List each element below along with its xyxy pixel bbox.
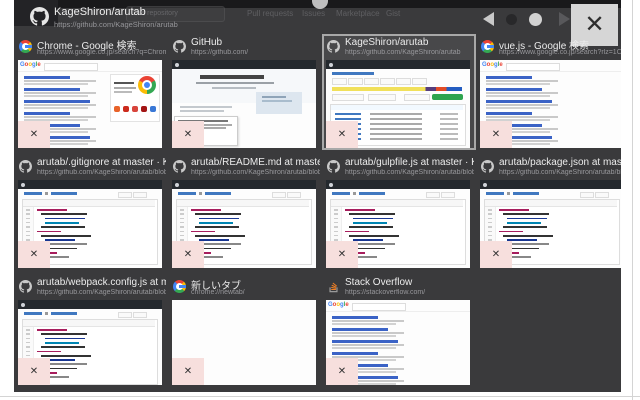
close-tab-button[interactable]: ✕	[172, 358, 204, 385]
github-favicon-icon	[173, 160, 186, 173]
tab-thumbnail[interactable]: ✕	[172, 180, 316, 268]
tab-url: https://github.com/KageShiron/arutab/blo…	[191, 169, 320, 176]
tab-card-11[interactable]: Stack Overflow https://stackoverflow.com…	[324, 276, 474, 385]
tab-title: Stack Overflow	[345, 277, 413, 288]
tab-card-2[interactable]: GitHub https://github.com/ ✕	[170, 36, 320, 148]
tab-card-1[interactable]: Chrome - Google 検索 https://www.google.co…	[16, 36, 166, 148]
tab-title: GitHub	[191, 37, 223, 48]
tab-title: arutab/package.json at master · Kage	[499, 157, 621, 168]
tab-title: arutab/README.md at master · KageS	[191, 157, 320, 168]
chrome-logo-icon	[138, 76, 156, 94]
tab-url: https://github.com/KageShiron/arutab/blo…	[345, 169, 474, 176]
tab-card-header: arutab/.gitignore at master · KageShir h…	[16, 156, 166, 180]
tab-card-header: vue.js - Google 検索 https://www.google.co…	[478, 36, 621, 60]
tab-switcher-overlay: This repository Pull requests Issues Mar…	[14, 0, 621, 392]
github-favicon-icon	[19, 280, 32, 293]
popup-url: https://github.com/KageShiron/arutab	[54, 20, 178, 29]
close-tab-button[interactable]: ✕	[172, 241, 204, 268]
github-octocat-icon	[30, 7, 49, 26]
tab-card-7[interactable]: arutab/gulpfile.js at master · KageShir …	[324, 156, 474, 268]
page-dot-2-active[interactable]	[529, 13, 542, 26]
tab-url: chrome://newtab/	[191, 289, 245, 296]
tab-thumbnail[interactable]: ✕	[172, 60, 316, 148]
tab-thumbnail[interactable]: ✕	[326, 60, 470, 148]
tab-thumbnail[interactable]: Google ✕	[326, 300, 470, 385]
tab-card-header: 新しいタブ chrome://newtab/	[170, 276, 320, 300]
tab-title: arutab/gulpfile.js at master · KageShir	[345, 157, 474, 168]
close-tab-button[interactable]: ✕	[18, 121, 50, 148]
tab-title: KageShiron/arutab	[345, 37, 429, 48]
tab-url: https://github.com/KageShiron/arutab/blo…	[37, 289, 166, 296]
tab-thumbnail[interactable]: Google ✕	[480, 60, 621, 148]
previous-page-arrow[interactable]	[483, 12, 494, 26]
google-favicon-icon	[173, 280, 186, 293]
close-tab-button[interactable]: ✕	[18, 358, 50, 385]
google-logo: Google	[482, 62, 503, 68]
tab-card-header: arutab/package.json at master · Kage htt…	[478, 156, 621, 180]
tab-card-header: arutab/webpack.config.js at master · K h…	[16, 276, 166, 300]
tab-thumbnail[interactable]: ✕	[480, 180, 621, 268]
tab-thumbnail[interactable]: ✕	[18, 180, 162, 268]
tab-card-header: KageShiron/arutab https://github.com/Kag…	[324, 36, 474, 60]
ghost-nav-marketplace: Marketplace	[336, 9, 380, 18]
google-favicon-icon	[19, 40, 32, 53]
tab-thumbnail[interactable]: ✕	[326, 180, 470, 268]
ghost-nav-gist: Gist	[386, 9, 401, 18]
close-tab-button[interactable]: ✕	[18, 241, 50, 268]
tab-card-header: arutab/gulpfile.js at master · KageShir …	[324, 156, 474, 180]
tab-url: https://www.google.co.jp/search?q=Chrome…	[37, 49, 166, 56]
tab-title: arutab/webpack.config.js at master · K	[37, 277, 166, 288]
tab-card-10[interactable]: 新しいタブ chrome://newtab/ ✕	[170, 276, 320, 385]
github-favicon-icon	[173, 40, 186, 53]
tab-card-5[interactable]: arutab/.gitignore at master · KageShir h…	[16, 156, 166, 268]
tab-card-header: arutab/README.md at master · KageS https…	[170, 156, 320, 180]
tab-card-4[interactable]: vue.js - Google 検索 https://www.google.co…	[478, 36, 621, 148]
tab-title: arutab/.gitignore at master · KageShir	[37, 157, 166, 168]
next-page-arrow[interactable]	[559, 12, 570, 26]
google-logo: Google	[328, 302, 349, 308]
tab-thumbnail[interactable]: ✕	[18, 300, 162, 385]
ghost-nav-pull-requests: Pull requests	[247, 9, 294, 18]
tab-url: https://github.com/	[191, 49, 249, 56]
close-tab-button[interactable]: ✕	[326, 358, 358, 385]
github-favicon-icon	[327, 160, 340, 173]
stackoverflow-favicon-icon	[329, 282, 338, 293]
tab-card-header: Chrome - Google 検索 https://www.google.co…	[16, 36, 166, 60]
background-page-divider	[632, 0, 633, 400]
tab-thumbnail[interactable]: ✕	[172, 300, 316, 385]
close-tab-button[interactable]: ✕	[172, 121, 204, 148]
background-page-footer-line	[0, 396, 640, 397]
tab-url: https://github.com/KageShiron/arutab	[345, 49, 461, 56]
github-favicon-icon	[19, 160, 32, 173]
tab-url: https://github.com/KageShiron/arutab/blo…	[37, 169, 166, 176]
page-dot-1[interactable]	[506, 14, 517, 25]
tab-url: https://stackoverflow.com/	[345, 289, 426, 296]
screen: This repository Pull requests Issues Mar…	[0, 0, 640, 400]
tab-card-3[interactable]: KageShiron/arutab https://github.com/Kag…	[324, 36, 474, 148]
github-favicon-icon	[327, 40, 340, 53]
close-tab-button[interactable]: ✕	[326, 121, 358, 148]
tab-card-9[interactable]: arutab/webpack.config.js at master · K h…	[16, 276, 166, 385]
tab-card-header: GitHub https://github.com/	[170, 36, 320, 60]
popup-title: KageShiron/arutab	[54, 6, 146, 18]
google-logo: Google	[20, 62, 41, 68]
ghost-nav-issues: Issues	[302, 9, 326, 18]
google-favicon-icon	[481, 40, 494, 53]
tab-card-8[interactable]: arutab/package.json at master · Kage htt…	[478, 156, 621, 268]
close-tab-button[interactable]: ✕	[326, 241, 358, 268]
close-tab-button[interactable]: ✕	[480, 241, 512, 268]
tab-thumbnail[interactable]: Google ✕	[18, 60, 162, 148]
github-favicon-icon	[481, 160, 494, 173]
tab-url: https://www.google.co.jp/search?rlz=1C1G…	[499, 49, 621, 56]
close-tab-button[interactable]: ✕	[480, 121, 512, 148]
tab-card-header: Stack Overflow https://stackoverflow.com…	[324, 276, 474, 300]
tab-url: https://github.com/KageShiron/arutab/blo…	[499, 169, 621, 176]
tab-card-6[interactable]: arutab/README.md at master · KageS https…	[170, 156, 320, 268]
